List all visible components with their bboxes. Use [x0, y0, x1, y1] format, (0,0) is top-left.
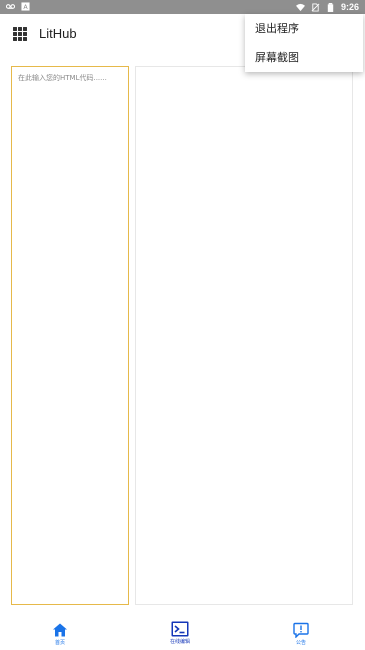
nav-label-home: 首页: [54, 640, 65, 646]
announcement-icon: [293, 622, 309, 638]
status-time: 9:26: [340, 2, 359, 12]
menu-item-exit-app[interactable]: 退出程序: [245, 14, 363, 43]
nav-label-online-editor: 在线编辑: [169, 639, 190, 645]
no-sim-icon: [311, 2, 320, 12]
home-icon: [53, 623, 67, 637]
terminal-icon: [171, 621, 189, 637]
svg-text:A: A: [23, 4, 28, 11]
battery-icon: [327, 2, 334, 12]
menu-item-screenshot[interactable]: 屏幕截图: [245, 43, 363, 72]
nav-item-home[interactable]: 首页: [30, 610, 90, 650]
html-preview-panel: [135, 66, 353, 605]
notification-a-icon: A: [21, 2, 30, 11]
app-title: LitHub: [39, 26, 77, 41]
nav-item-announcement[interactable]: 公告: [271, 610, 331, 650]
wifi-icon: [295, 3, 305, 11]
voicemail-icon: [6, 4, 15, 9]
nav-label-announcement: 公告: [295, 640, 306, 646]
html-code-input[interactable]: [11, 66, 129, 605]
apps-grid-icon[interactable]: [13, 27, 27, 41]
status-bar: A 9:26: [0, 0, 365, 14]
overflow-menu: 退出程序 屏幕截图: [245, 14, 363, 72]
bottom-navigation: 首页 在线编辑 公告: [0, 610, 365, 650]
nav-item-online-editor[interactable]: 在线编辑: [150, 610, 210, 650]
